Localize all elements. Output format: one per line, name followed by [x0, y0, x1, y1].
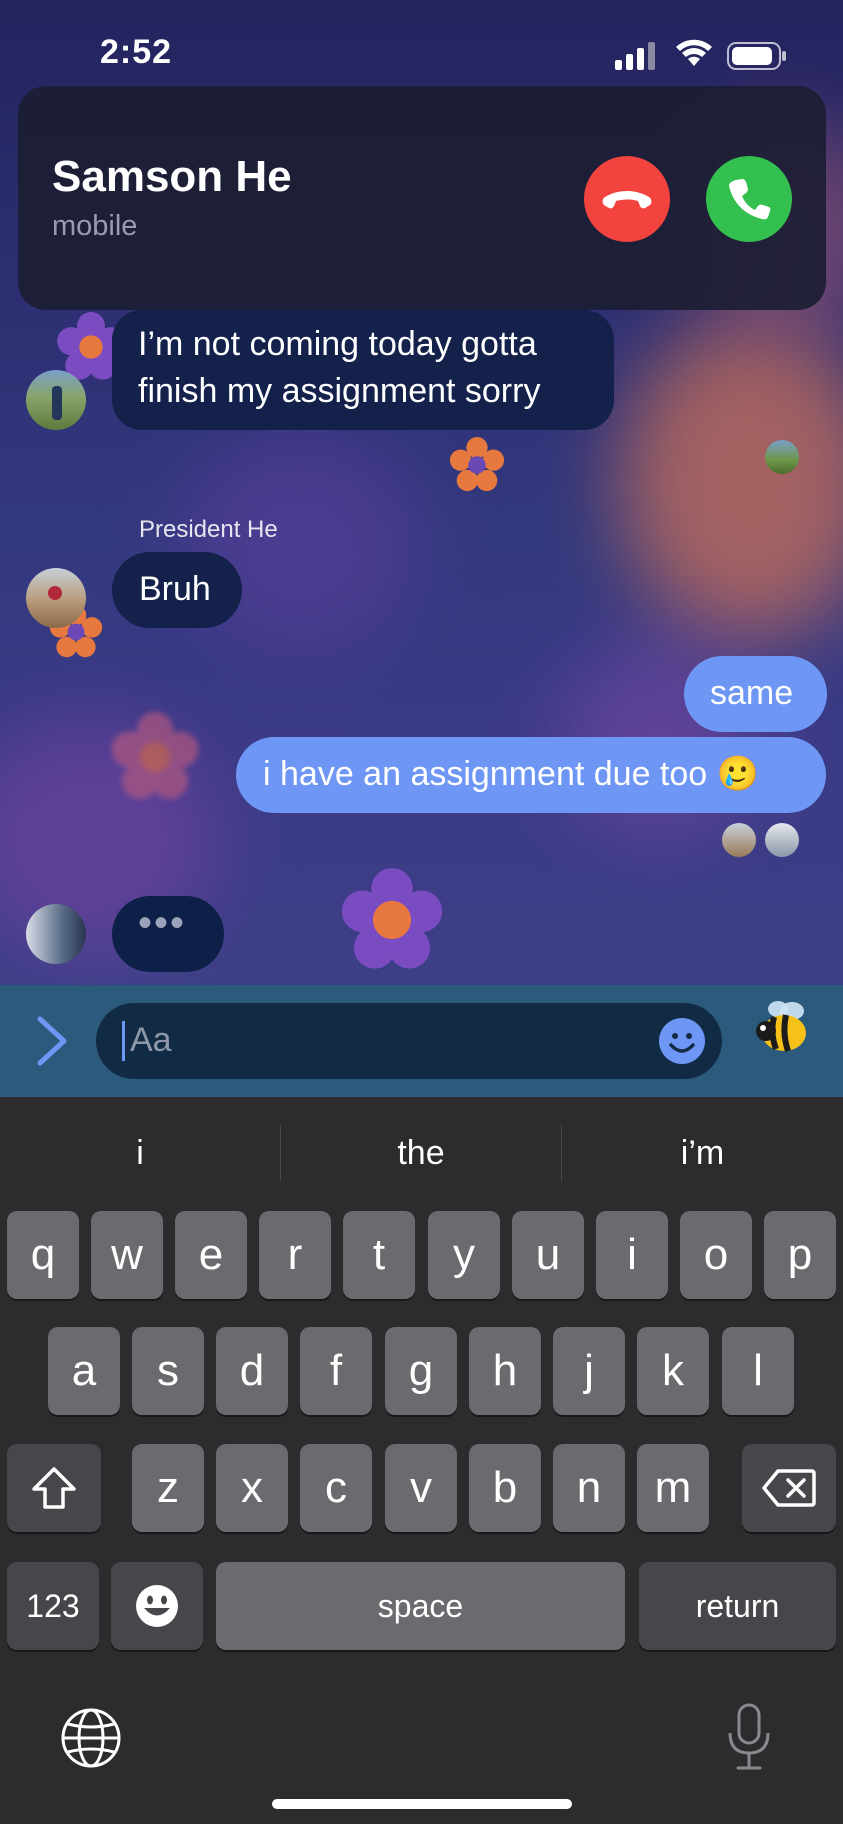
flower-icon [111, 712, 199, 799]
typing-user-avatar[interactable] [26, 904, 86, 964]
delete-key[interactable] [742, 1444, 836, 1532]
key-a[interactable]: a [48, 1327, 120, 1415]
flower-icon [341, 868, 443, 969]
key-t[interactable]: t [343, 1211, 415, 1299]
key-g[interactable]: g [385, 1327, 457, 1415]
sender-avatar[interactable] [26, 370, 86, 430]
wifi-icon [676, 39, 712, 66]
suggestion-item[interactable]: i’m [562, 1125, 843, 1181]
key-q[interactable]: q [7, 1211, 79, 1299]
shift-arrow-icon [32, 1467, 76, 1509]
emoji-icon[interactable] [658, 1017, 706, 1065]
decline-call-button[interactable] [584, 156, 670, 242]
chevron-right-icon[interactable] [30, 1013, 74, 1069]
key-l[interactable]: l [722, 1327, 794, 1415]
keyboard: i the i’m q w e r t y u i o p a s d f g … [0, 1097, 843, 1824]
caller-name: Samson He [52, 152, 292, 201]
key-w[interactable]: w [91, 1211, 163, 1299]
key-x[interactable]: x [216, 1444, 288, 1532]
key-j[interactable]: j [553, 1327, 625, 1415]
background-blur-blob [620, 320, 843, 640]
outgoing-message-bubble[interactable]: i have an assignment due too 🥲 [236, 737, 826, 813]
key-v[interactable]: v [385, 1444, 457, 1532]
emoji-face-icon [136, 1585, 178, 1627]
emoji-keyboard-key[interactable] [111, 1562, 203, 1650]
battery-icon [727, 42, 786, 70]
backspace-icon [762, 1469, 816, 1507]
key-b[interactable]: b [469, 1444, 541, 1532]
space-key[interactable]: space [216, 1562, 625, 1650]
key-n[interactable]: n [553, 1444, 625, 1532]
key-o[interactable]: o [680, 1211, 752, 1299]
cellular-signal-icon [615, 42, 655, 70]
typing-indicator: ••• [112, 896, 224, 972]
key-h[interactable]: h [469, 1327, 541, 1415]
predictive-text-bar: i the i’m [0, 1097, 843, 1209]
sender-name: President He [139, 516, 278, 543]
key-e[interactable]: e [175, 1211, 247, 1299]
read-receipt-avatar [765, 440, 799, 474]
message-input-placeholder: Aa [130, 1021, 172, 1059]
message-text-line: Bruh [139, 570, 211, 608]
message-text-line: finish my assignment sorry [138, 372, 541, 410]
flower-icon [449, 436, 505, 492]
microphone-icon[interactable] [726, 1703, 772, 1771]
key-s[interactable]: s [132, 1327, 204, 1415]
key-m[interactable]: m [637, 1444, 709, 1532]
sender-avatar[interactable] [26, 568, 86, 628]
incoming-message-bubble[interactable]: Bruh [112, 552, 242, 628]
key-i[interactable]: i [596, 1211, 668, 1299]
numbers-key[interactable]: 123 [7, 1562, 99, 1650]
globe-icon[interactable] [60, 1707, 122, 1769]
shift-key[interactable] [7, 1444, 101, 1532]
key-z[interactable]: z [132, 1444, 204, 1532]
bee-sticker-icon[interactable] [752, 995, 816, 1059]
key-y[interactable]: y [428, 1211, 500, 1299]
key-p[interactable]: p [764, 1211, 836, 1299]
message-text-line: same [710, 674, 794, 712]
read-receipt-avatar [765, 823, 799, 857]
caller-phone-type: mobile [52, 210, 138, 242]
key-c[interactable]: c [300, 1444, 372, 1532]
message-text-line: i have an assignment due too 🥲 [263, 755, 759, 793]
key-u[interactable]: u [512, 1211, 584, 1299]
home-indicator[interactable] [272, 1799, 572, 1809]
key-d[interactable]: d [216, 1327, 288, 1415]
phone-icon [729, 179, 771, 220]
key-r[interactable]: r [259, 1211, 331, 1299]
return-key[interactable]: return [639, 1562, 836, 1650]
suggestion-item[interactable]: the [281, 1125, 561, 1181]
hang-up-icon [602, 191, 652, 209]
key-k[interactable]: k [637, 1327, 709, 1415]
accept-call-button[interactable] [706, 156, 792, 242]
outgoing-message-bubble[interactable]: same [684, 656, 827, 732]
text-cursor [122, 1021, 125, 1061]
incoming-call-banner[interactable]: Samson He mobile [18, 86, 826, 310]
composer-bar: Aa [0, 985, 843, 1097]
key-f[interactable]: f [300, 1327, 372, 1415]
typing-dots: ••• [138, 901, 187, 945]
read-receipt-avatar [722, 823, 756, 857]
suggestion-item[interactable]: i [0, 1125, 280, 1181]
status-bar: 2:52 [0, 0, 843, 100]
incoming-message-bubble[interactable]: I’m not coming today gotta finish my ass… [112, 310, 614, 430]
message-input[interactable]: Aa [96, 1003, 722, 1079]
message-text-line: I’m not coming today gotta [138, 325, 537, 363]
status-time: 2:52 [100, 33, 173, 71]
